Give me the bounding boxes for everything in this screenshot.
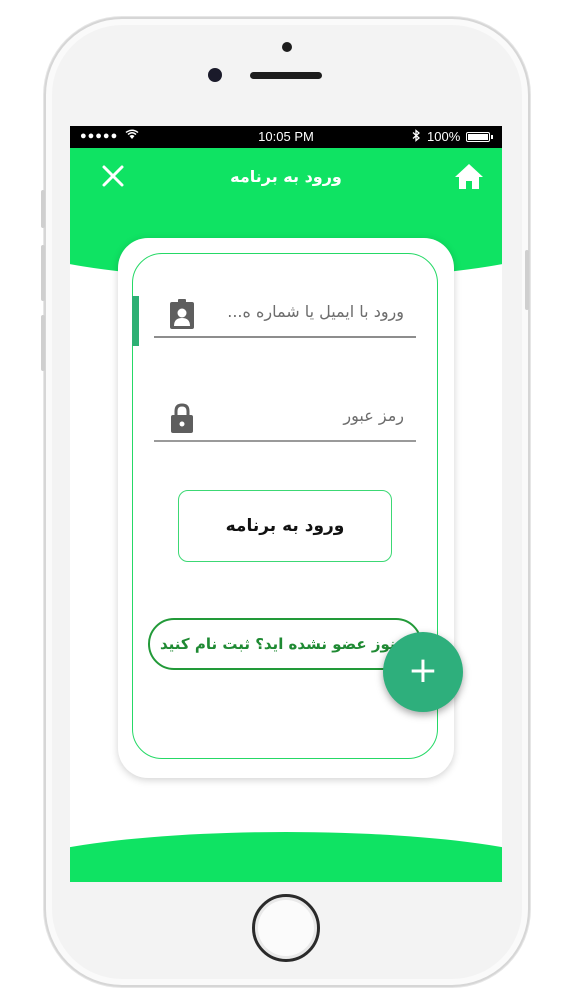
status-bar: ●●●●● 10:05 PM 100% (70, 126, 502, 148)
volume-down-button-2 (41, 315, 45, 371)
battery-percent: 100% (427, 129, 461, 144)
phone-home-button[interactable] (252, 894, 320, 962)
password-placeholder: رمز عبور (343, 406, 404, 425)
earpiece-speaker (250, 72, 322, 79)
home-icon[interactable] (454, 162, 484, 190)
front-camera (208, 68, 222, 82)
battery-icon (466, 132, 493, 142)
focus-indicator (132, 296, 139, 346)
email-placeholder: ورود با ایمیل یا شماره ه... (227, 302, 404, 321)
power-button (525, 250, 529, 310)
register-link[interactable]: هنوز عضو نشده اید؟ ثبت نام کنید (148, 618, 422, 670)
bluetooth-icon (412, 129, 421, 145)
close-icon[interactable] (98, 161, 128, 191)
proximity-sensor (282, 42, 292, 52)
page-title: ورود به برنامه (230, 167, 342, 186)
lock-icon (168, 402, 196, 434)
footer-background (70, 832, 502, 882)
email-field[interactable]: ورود با ایمیل یا شماره ه... (154, 294, 416, 338)
login-button[interactable]: ورود به برنامه (178, 490, 392, 562)
volume-up-button (41, 190, 45, 228)
volume-down-button (41, 245, 45, 301)
password-field[interactable]: رمز عبور (154, 398, 416, 442)
app-screen: ●●●●● 10:05 PM 100% ورود به برنامه ورود (70, 126, 502, 882)
contact-card-icon (168, 298, 196, 330)
add-fab-button[interactable]: + (383, 632, 463, 712)
